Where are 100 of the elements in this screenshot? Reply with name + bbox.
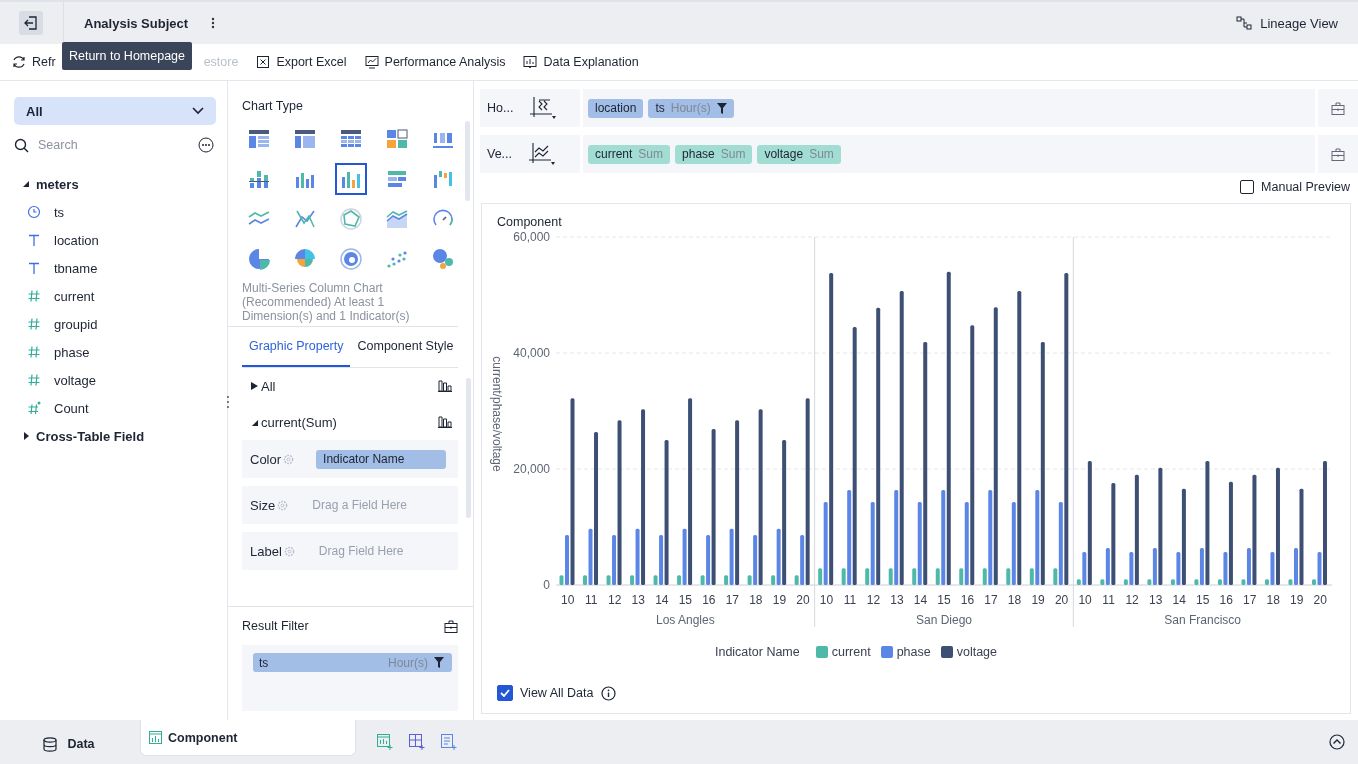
- field-pill[interactable]: ts Hour(s): [648, 98, 734, 118]
- chart-type-button[interactable]: [335, 163, 367, 195]
- current-bar: [1076, 579, 1081, 585]
- source-dropdown[interactable]: All: [14, 97, 216, 125]
- field-pill[interactable]: phase Sum: [675, 144, 753, 164]
- number-type-icon: [27, 373, 41, 387]
- x-tick-label: 13: [890, 593, 904, 607]
- phase-bar: [729, 528, 734, 585]
- bar-chart-icon[interactable]: [438, 380, 452, 392]
- text-type-icon: [27, 233, 41, 247]
- current-bar: [935, 568, 940, 585]
- field-name: ts: [259, 655, 270, 670]
- field-item[interactable]: location: [27, 226, 214, 254]
- property-label: Label: [250, 543, 282, 559]
- phase-bar: [1199, 547, 1204, 585]
- search-field[interactable]: Search: [38, 133, 168, 157]
- number-type-icon: [27, 401, 41, 415]
- shelf-drop-area[interactable]: location ts Hour(s): [583, 89, 1315, 127]
- add-chart-icon[interactable]: [377, 734, 393, 750]
- horizontal-axis-icon[interactable]: [530, 97, 557, 119]
- info-icon[interactable]: [601, 685, 617, 701]
- phase-bar: [1152, 547, 1157, 585]
- shelf-drop-area[interactable]: current Sum phase Sum voltage Sum: [583, 135, 1315, 173]
- return-home-button[interactable]: [19, 11, 43, 35]
- field-item[interactable]: ts: [27, 198, 214, 226]
- bottom-tab[interactable]: Data: [0, 724, 138, 764]
- legend-item[interactable]: phase: [880, 645, 931, 659]
- current-bar: [959, 568, 964, 585]
- number-type-icon: [27, 289, 41, 303]
- filter-pill[interactable]: ts Hour(s): [253, 653, 452, 672]
- x-tick-label: 16: [702, 593, 716, 607]
- add-report-icon[interactable]: [441, 734, 457, 750]
- field-pill[interactable]: Indicator Name: [316, 449, 447, 469]
- x-tick-label: 14: [913, 593, 928, 607]
- x-tick-label: 11: [1102, 593, 1115, 607]
- filter-icon[interactable]: [434, 657, 444, 668]
- collapse-up-icon[interactable]: [1329, 734, 1345, 750]
- legend-item[interactable]: voltage: [940, 645, 997, 659]
- lineage-icon: [1236, 16, 1253, 30]
- field-pill[interactable]: location: [588, 98, 644, 118]
- tree-folder[interactable]: meters: [22, 170, 214, 198]
- resize-handle-icon[interactable]: [226, 395, 230, 409]
- property-group[interactable]: All: [251, 378, 276, 394]
- field-item[interactable]: tbname: [27, 254, 214, 282]
- bottom-tab[interactable]: Component: [140, 720, 356, 756]
- checkmark-icon: [500, 689, 510, 697]
- phase-bar: [706, 535, 711, 585]
- phase-bar: [635, 528, 640, 585]
- checkbox[interactable]: [1240, 180, 1255, 194]
- manual-preview-checkbox[interactable]: Manual Preview: [1240, 180, 1350, 194]
- y-tick-label: 40,000: [513, 346, 550, 360]
- field-item[interactable]: groupid: [27, 310, 214, 338]
- checkbox[interactable]: [497, 685, 513, 701]
- field-pill[interactable]: current Sum: [588, 144, 671, 164]
- phase-bar: [1317, 551, 1322, 585]
- phase-bar: [776, 528, 781, 585]
- shelf-label: Ho...: [487, 101, 514, 115]
- toolbar-button[interactable]: Export Excel: [256, 55, 347, 69]
- field-item[interactable]: current: [27, 282, 214, 310]
- field-item[interactable]: voltage: [27, 366, 214, 394]
- x-tick-label: 15: [1196, 593, 1210, 607]
- donut-chart-icon: [339, 247, 363, 271]
- x-tick-label: 15: [678, 593, 692, 607]
- panel-tab[interactable]: Component Style: [350, 327, 461, 367]
- add-table-icon[interactable]: [409, 734, 425, 750]
- number-type-icon: [27, 345, 41, 359]
- phase-bar: [1246, 547, 1251, 585]
- lineage-view-button[interactable]: Lineage View: [1236, 15, 1338, 31]
- legend-title: Indicator Name: [714, 645, 800, 659]
- shelf-header[interactable]: Ve...: [480, 135, 580, 173]
- vertical-axis-icon[interactable]: [529, 143, 556, 165]
- toolbox-icon[interactable]: [444, 619, 458, 633]
- bar-chart-icon[interactable]: [438, 416, 452, 428]
- x-tick-label: 14: [1172, 593, 1186, 607]
- phase-bar: [1270, 551, 1275, 585]
- property-group[interactable]: current(Sum): [251, 414, 337, 430]
- panel-tab[interactable]: Graphic Property: [242, 327, 351, 367]
- tree-folder[interactable]: Cross-Table Field: [22, 422, 214, 450]
- phase-bar: [800, 535, 805, 585]
- view-all-data-checkbox[interactable]: View All Data: [497, 685, 594, 701]
- chart-icon: [149, 731, 162, 744]
- shelf-header[interactable]: Ho...: [480, 89, 580, 127]
- legend-item[interactable]: current: [815, 645, 871, 659]
- shelf-label: Ve...: [487, 147, 513, 161]
- expanded-triangle-icon: [251, 418, 258, 426]
- current-bar: [747, 575, 752, 585]
- field-item[interactable]: Count: [27, 394, 214, 422]
- phase-bar: [659, 535, 664, 585]
- toolbar-button[interactable]: Performance Analysis: [364, 55, 506, 69]
- bar-chart-icon: [523, 55, 538, 69]
- group-label: Los Angles: [655, 613, 715, 627]
- more-options-icon[interactable]: [198, 137, 214, 153]
- toolbar-button[interactable]: Refr: [12, 55, 56, 69]
- field-pill[interactable]: voltage Sum: [757, 144, 841, 164]
- field-item[interactable]: phase: [27, 338, 214, 366]
- x-tick-label: 19: [1290, 593, 1304, 607]
- more-icon[interactable]: [211, 17, 216, 29]
- filter-icon[interactable]: [716, 102, 727, 114]
- database-icon: [43, 736, 58, 752]
- toolbar-button[interactable]: Data Explanation: [523, 55, 639, 69]
